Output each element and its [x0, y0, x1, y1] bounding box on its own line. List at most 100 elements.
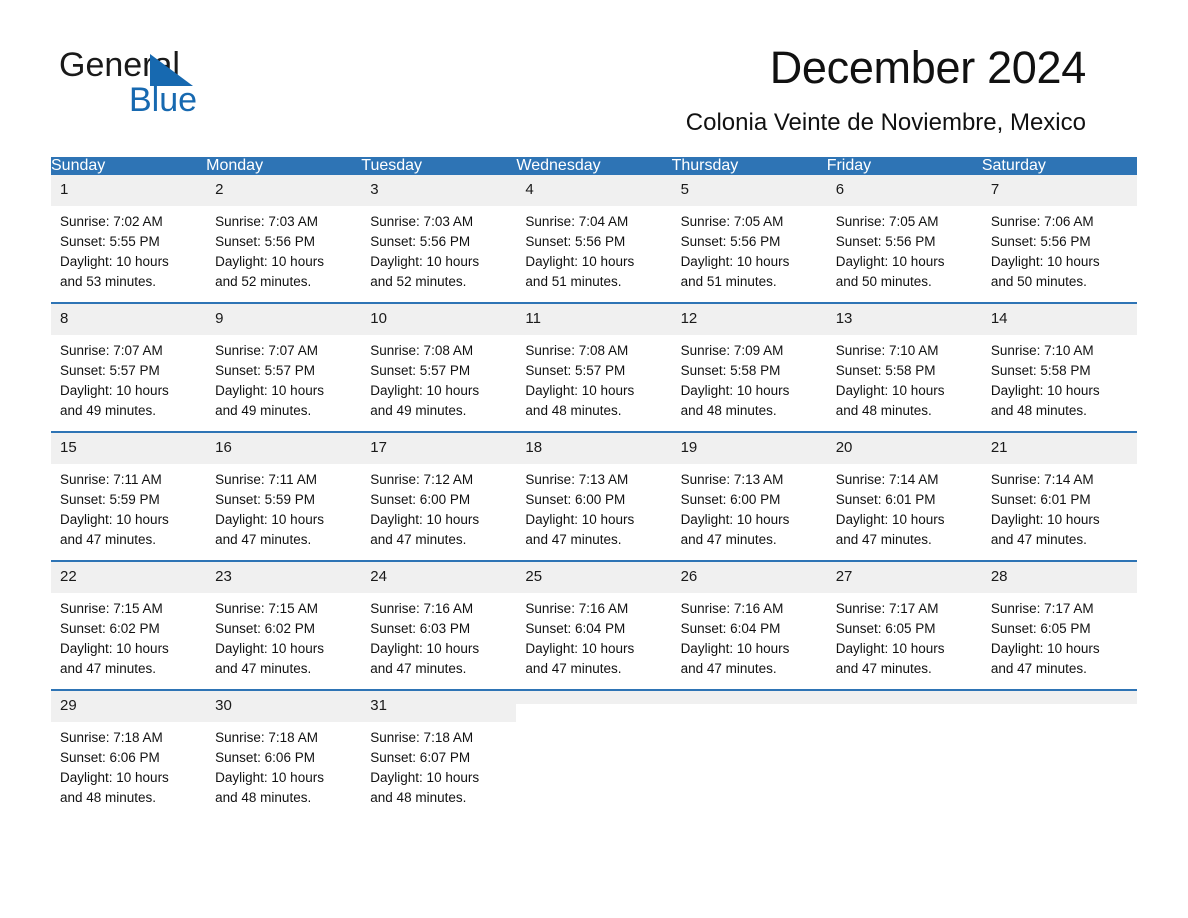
- daylight-text-line1: Daylight: 10 hours: [370, 383, 480, 398]
- week-row: 1 Sunrise: 7:02 AM Sunset: 5:55 PM Daylight…: [51, 175, 1137, 303]
- daylight-text-line1: Daylight: 10 hours: [370, 254, 480, 269]
- sunset-text: Sunset: 5:57 PM: [525, 363, 626, 378]
- daylight-text-line2: and 47 minutes.: [525, 532, 622, 547]
- day-number: 16: [206, 433, 362, 464]
- sunset-text: Sunset: 6:00 PM: [370, 492, 471, 507]
- sunset-text: Sunset: 6:04 PM: [680, 621, 781, 636]
- day-cell[interactable]: 16 Sunrise: 7:11 AM Sunset: 5:59 PM Dayligh…: [206, 431, 362, 561]
- week-row: 22 Sunrise: 7:15 AM Sunset: 6:02 PM Dayligh…: [51, 560, 1137, 690]
- day-details: Sunrise: 7:04 AM Sunset: 5:56 PM Daylight:…: [516, 206, 671, 302]
- day-cell[interactable]: 6 Sunrise: 7:05 AM Sunset: 5:56 PM Daylight…: [826, 175, 982, 303]
- daylight-text-line2: and 47 minutes.: [215, 661, 312, 676]
- day-cell[interactable]: 15 Sunrise: 7:11 AM Sunset: 5:59 PM Dayligh…: [51, 431, 207, 561]
- day-cell[interactable]: 31 Sunrise: 7:18 AM Sunset: 6:07 PM Dayligh…: [361, 689, 517, 818]
- day-number: 18: [516, 433, 672, 464]
- day-details: Sunrise: 7:07 AM Sunset: 5:57 PM Daylight:…: [51, 335, 206, 431]
- weekday-header-saturday: Saturday: [981, 157, 1137, 175]
- day-cell[interactable]: 7 Sunrise: 7:06 AM Sunset: 5:56 PM Daylight…: [981, 175, 1137, 303]
- sunrise-text: Sunrise: 7:14 AM: [990, 472, 1094, 487]
- daylight-text-line1: Daylight: 10 hours: [835, 641, 945, 656]
- daylight-text-line1: Daylight: 10 hours: [370, 641, 480, 656]
- day-cell[interactable]: 30 Sunrise: 7:18 AM Sunset: 6:06 PM Dayligh…: [206, 689, 362, 818]
- sunrise-text: Sunrise: 7:09 AM: [680, 343, 784, 358]
- sunrise-text: Sunrise: 7:07 AM: [60, 343, 163, 358]
- day-cell[interactable]: 9 Sunrise: 7:07 AM Sunset: 5:57 PM Daylight…: [206, 302, 362, 432]
- day-cell[interactable]: 29 Sunrise: 7:18 AM Sunset: 6:06 PM Dayligh…: [51, 689, 207, 818]
- day-cell-empty: [981, 689, 1137, 818]
- day-details: Sunrise: 7:11 AM Sunset: 5:59 PM Daylight:…: [51, 464, 206, 560]
- logo-text-blue: Blue: [129, 81, 198, 119]
- daylight-text-line1: Daylight: 10 hours: [835, 383, 945, 398]
- sunset-text: Sunset: 5:57 PM: [60, 363, 160, 378]
- day-cell[interactable]: 21 Sunrise: 7:14 AM Sunset: 6:01 PM Dayligh…: [981, 431, 1137, 561]
- day-cell[interactable]: 5 Sunrise: 7:05 AM Sunset: 5:56 PM Daylight…: [671, 175, 827, 303]
- day-details: Sunrise: 7:02 AM Sunset: 5:55 PM Daylight:…: [51, 206, 206, 302]
- sunset-text: Sunset: 6:07 PM: [370, 750, 471, 765]
- day-cell[interactable]: 8 Sunrise: 7:07 AM Sunset: 5:57 PM Daylight…: [51, 302, 207, 432]
- day-number: 27: [826, 562, 982, 593]
- day-number: 2: [206, 175, 362, 206]
- day-number: 24: [361, 562, 517, 593]
- daylight-text-line1: Daylight: 10 hours: [990, 641, 1100, 656]
- page-header: General Blue December 2024 Colonia Veint…: [0, 0, 1188, 136]
- day-number: 30: [206, 691, 362, 722]
- daylight-text-line1: Daylight: 10 hours: [835, 512, 945, 527]
- day-cell[interactable]: 14 Sunrise: 7:10 AM Sunset: 5:58 PM Dayligh…: [981, 302, 1137, 432]
- day-cell[interactable]: 4 Sunrise: 7:04 AM Sunset: 5:56 PM Daylight…: [516, 175, 672, 303]
- day-cell[interactable]: 1 Sunrise: 7:02 AM Sunset: 5:55 PM Daylight…: [51, 175, 207, 303]
- sunset-text: Sunset: 5:58 PM: [990, 363, 1091, 378]
- day-cell[interactable]: 11 Sunrise: 7:08 AM Sunset: 5:57 PM Dayligh…: [516, 302, 672, 432]
- day-cell[interactable]: 19 Sunrise: 7:13 AM Sunset: 6:00 PM Dayligh…: [671, 431, 827, 561]
- daylight-text-line2: and 53 minutes.: [60, 274, 157, 289]
- day-details: Sunrise: 7:15 AM Sunset: 6:02 PM Daylight:…: [206, 593, 361, 689]
- day-cell[interactable]: 13 Sunrise: 7:10 AM Sunset: 5:58 PM Dayligh…: [826, 302, 982, 432]
- day-number: 4: [516, 175, 672, 206]
- sunrise-text: Sunrise: 7:13 AM: [525, 472, 629, 487]
- daylight-text-line1: Daylight: 10 hours: [680, 254, 790, 269]
- daylight-text-line2: and 47 minutes.: [835, 532, 932, 547]
- sunset-text: Sunset: 5:59 PM: [215, 492, 315, 507]
- day-number: 1: [51, 175, 207, 206]
- day-cell[interactable]: 2 Sunrise: 7:03 AM Sunset: 5:56 PM Daylight…: [206, 175, 362, 303]
- sunrise-text: Sunrise: 7:16 AM: [525, 601, 629, 616]
- day-number: 28: [981, 562, 1137, 593]
- daylight-text-line1: Daylight: 10 hours: [370, 770, 480, 785]
- day-details: Sunrise: 7:05 AM Sunset: 5:56 PM Daylight:…: [827, 206, 982, 302]
- day-details: Sunrise: 7:03 AM Sunset: 5:56 PM Daylight:…: [206, 206, 361, 302]
- daylight-text-line2: and 47 minutes.: [525, 661, 622, 676]
- calendar-header-row: Sunday Monday Tuesday Wednesday Thursday…: [51, 157, 1137, 175]
- sunrise-text: Sunrise: 7:17 AM: [835, 601, 939, 616]
- day-cell[interactable]: 28 Sunrise: 7:17 AM Sunset: 6:05 PM Dayligh…: [981, 560, 1137, 690]
- sunset-text: Sunset: 6:02 PM: [60, 621, 160, 636]
- day-cell[interactable]: 23 Sunrise: 7:15 AM Sunset: 6:02 PM Dayligh…: [206, 560, 362, 690]
- day-cell[interactable]: 24 Sunrise: 7:16 AM Sunset: 6:03 PM Dayligh…: [361, 560, 517, 690]
- day-number: 21: [981, 433, 1137, 464]
- daylight-text-line2: and 50 minutes.: [835, 274, 932, 289]
- daylight-text-line1: Daylight: 10 hours: [370, 512, 480, 527]
- day-cell[interactable]: 22 Sunrise: 7:15 AM Sunset: 6:02 PM Dayligh…: [51, 560, 207, 690]
- sunset-text: Sunset: 5:56 PM: [990, 234, 1091, 249]
- daylight-text-line2: and 48 minutes.: [370, 790, 467, 805]
- sunrise-text: Sunrise: 7:04 AM: [525, 214, 629, 229]
- daylight-text-line1: Daylight: 10 hours: [525, 512, 635, 527]
- day-cell[interactable]: 10 Sunrise: 7:08 AM Sunset: 5:57 PM Dayligh…: [361, 302, 517, 432]
- day-number: 15: [51, 433, 207, 464]
- day-cell[interactable]: 12 Sunrise: 7:09 AM Sunset: 5:58 PM Dayligh…: [671, 302, 827, 432]
- day-cell[interactable]: 25 Sunrise: 7:16 AM Sunset: 6:04 PM Dayligh…: [516, 560, 672, 690]
- day-cell[interactable]: 26 Sunrise: 7:16 AM Sunset: 6:04 PM Dayligh…: [671, 560, 827, 690]
- day-number: 26: [671, 562, 827, 593]
- day-cell[interactable]: 3 Sunrise: 7:03 AM Sunset: 5:56 PM Daylight…: [361, 175, 517, 303]
- day-number: 13: [826, 304, 982, 335]
- sunset-text: Sunset: 6:01 PM: [835, 492, 936, 507]
- day-details: Sunrise: 7:18 AM Sunset: 6:07 PM Daylight:…: [361, 722, 516, 818]
- sunset-text: Sunset: 6:04 PM: [525, 621, 626, 636]
- day-details: Sunrise: 7:18 AM Sunset: 6:06 PM Daylight:…: [206, 722, 361, 818]
- day-details: Sunrise: 7:06 AM Sunset: 5:56 PM Daylight:…: [982, 206, 1137, 302]
- day-details: Sunrise: 7:08 AM Sunset: 5:57 PM Daylight:…: [516, 335, 671, 431]
- day-cell[interactable]: 20 Sunrise: 7:14 AM Sunset: 6:01 PM Dayligh…: [826, 431, 982, 561]
- day-cell[interactable]: 17 Sunrise: 7:12 AM Sunset: 6:00 PM Dayligh…: [361, 431, 517, 561]
- day-cell[interactable]: 18 Sunrise: 7:13 AM Sunset: 6:00 PM Dayligh…: [516, 431, 672, 561]
- day-cell[interactable]: 27 Sunrise: 7:17 AM Sunset: 6:05 PM Dayligh…: [826, 560, 982, 690]
- sunrise-text: Sunrise: 7:15 AM: [60, 601, 163, 616]
- sunset-text: Sunset: 5:56 PM: [215, 234, 315, 249]
